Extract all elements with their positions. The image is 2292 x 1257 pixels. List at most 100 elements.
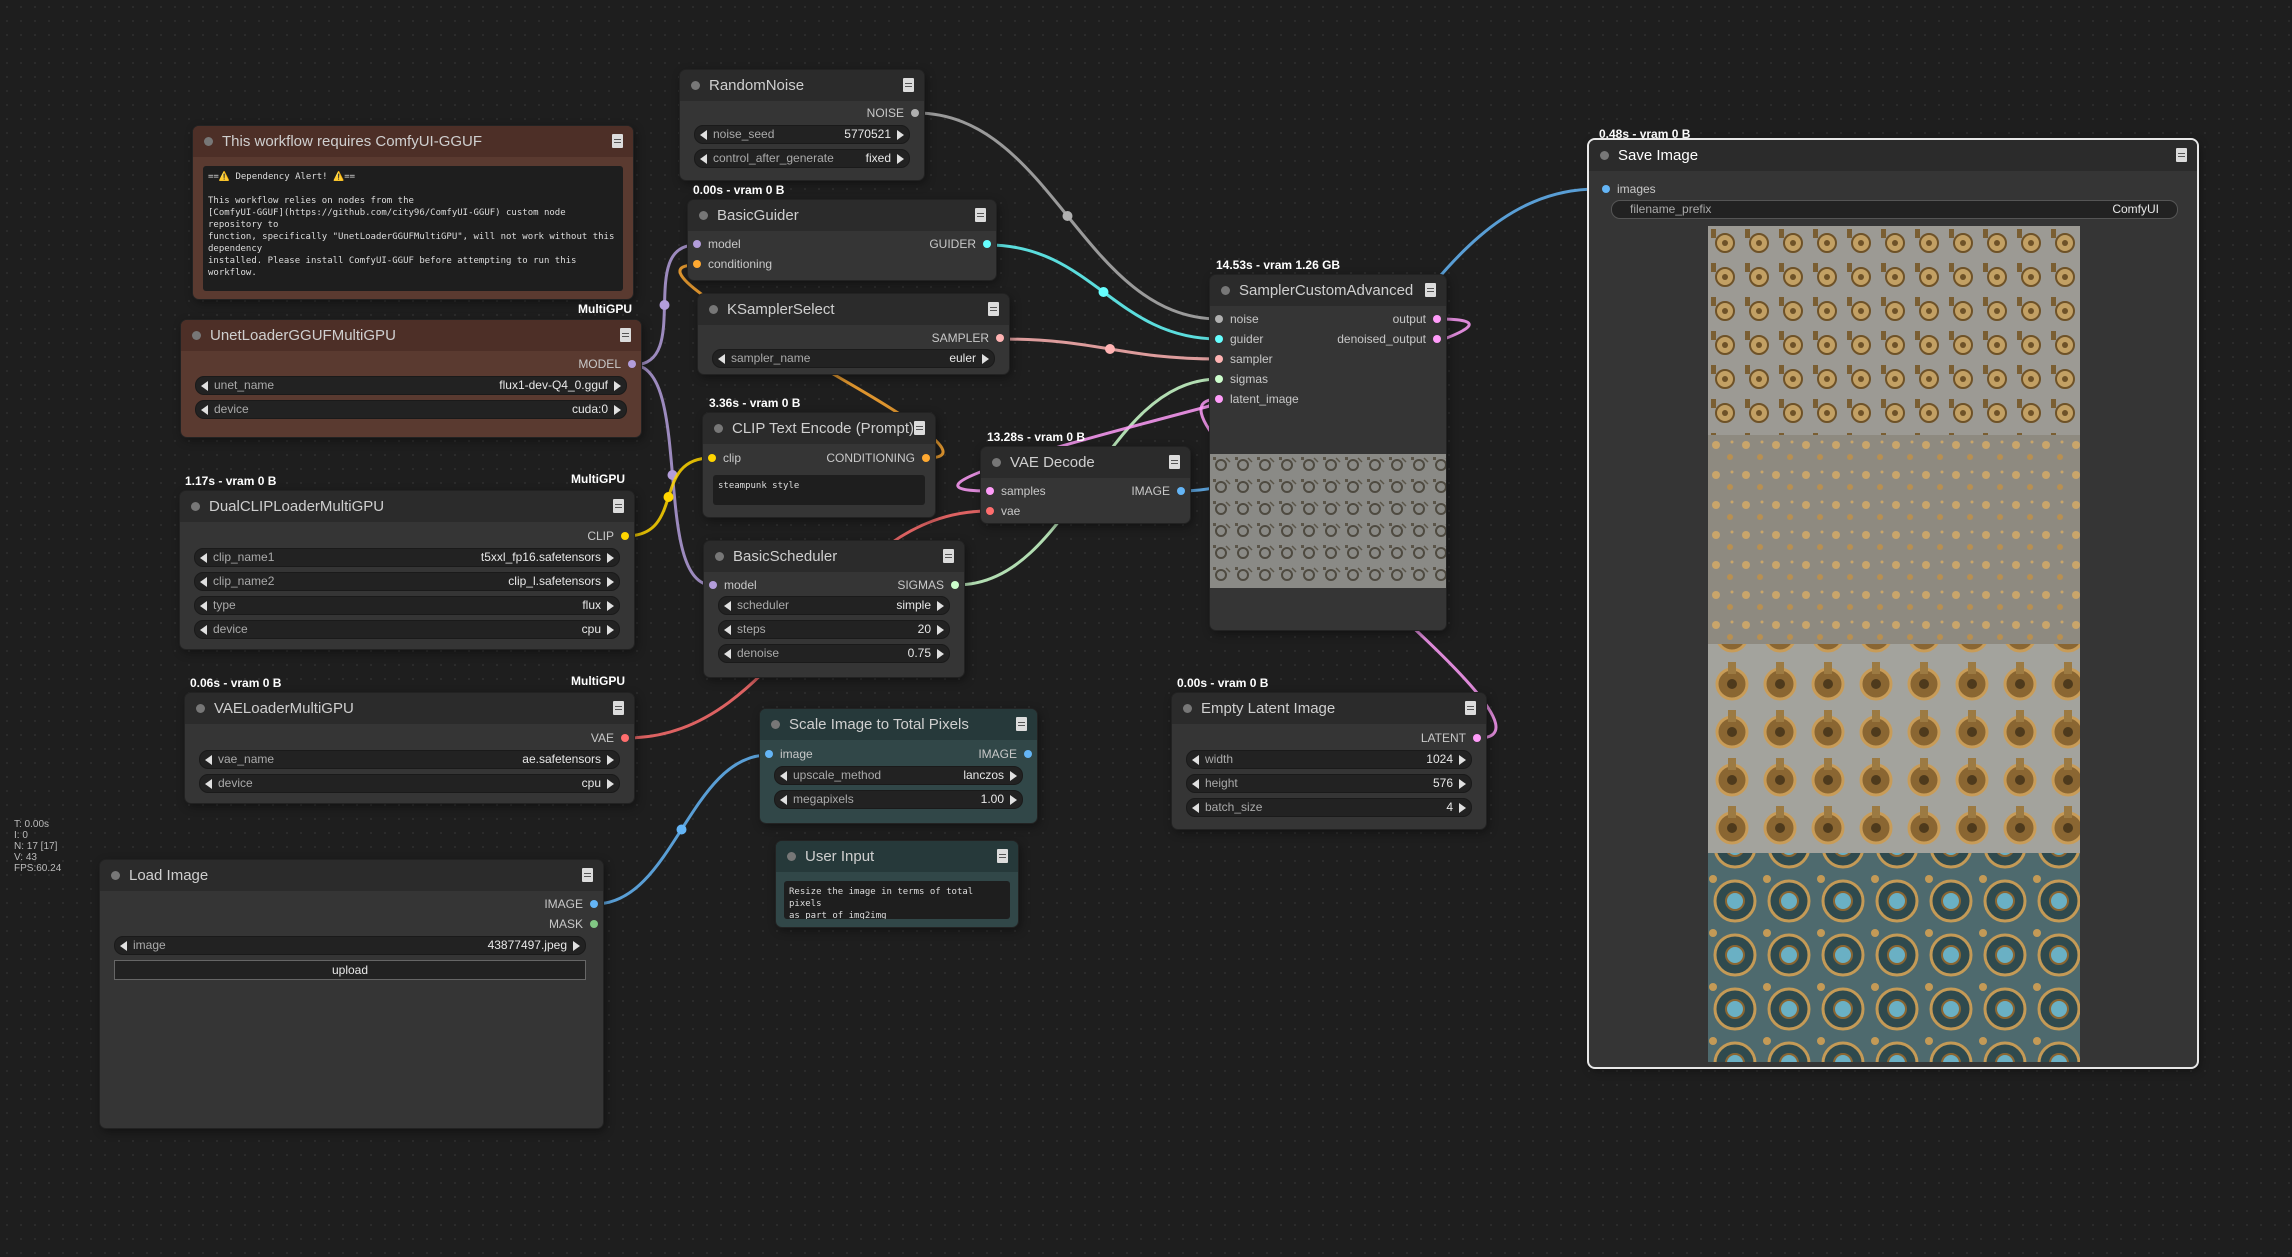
link-wire-clip[interactable]: [625, 456, 712, 538]
node-header[interactable]: BasicScheduler: [704, 541, 964, 572]
arrow-right-icon[interactable]: [937, 649, 944, 659]
arrow-left-icon[interactable]: [1192, 779, 1199, 789]
arrow-right-icon[interactable]: [607, 601, 614, 611]
input-vae[interactable]: vae: [986, 503, 1020, 519]
input-images[interactable]: images: [1602, 181, 1656, 197]
slot-dot[interactable]: [1433, 335, 1441, 343]
widget-clip-name2[interactable]: clip_name2 clip_l.safetensors: [194, 572, 620, 591]
output-conditioning[interactable]: CONDITIONING: [826, 450, 930, 466]
slot-dot[interactable]: [911, 109, 919, 117]
node-save-image[interactable]: Save Image images filename_prefix ComfyUI: [1587, 138, 2199, 1069]
upload-button[interactable]: upload: [114, 960, 586, 980]
slot-dot[interactable]: [1473, 734, 1481, 742]
arrow-left-icon[interactable]: [1192, 755, 1199, 765]
note-textarea[interactable]: Resize the image in terms of total pixel…: [784, 881, 1010, 919]
input-noise[interactable]: noise: [1215, 311, 1259, 327]
slot-dot[interactable]: [709, 581, 717, 589]
document-icon[interactable]: [582, 868, 593, 882]
node-header[interactable]: UnetLoaderGGUFMultiGPU: [181, 320, 641, 351]
output-mask[interactable]: MASK: [549, 916, 598, 932]
link-midpoint-guider[interactable]: [1098, 287, 1109, 297]
slot-dot[interactable]: [951, 581, 959, 589]
node-user-input[interactable]: User Input Resize the image in terms of …: [776, 841, 1018, 927]
arrow-right-icon[interactable]: [573, 941, 580, 951]
arrow-left-icon[interactable]: [200, 553, 207, 563]
input-samples[interactable]: samples: [986, 483, 1046, 499]
slot-dot[interactable]: [983, 240, 991, 248]
document-icon[interactable]: [997, 849, 1008, 863]
input-image[interactable]: image: [765, 746, 813, 762]
widget-type[interactable]: type flux: [194, 596, 620, 615]
document-icon[interactable]: [1016, 717, 1027, 731]
link-midpoint-image[interactable]: [676, 824, 687, 835]
node-header[interactable]: Save Image: [1589, 140, 2197, 171]
node-header[interactable]: This workflow requires ComfyUI-GGUF: [193, 126, 633, 157]
node-unet-loader[interactable]: UnetLoaderGGUFMultiGPU MODEL unet_name fl…: [181, 320, 641, 437]
collapse-dot[interactable]: [992, 458, 1001, 467]
slot-dot[interactable]: [1433, 315, 1441, 323]
node-basic-scheduler[interactable]: BasicScheduler model SIGMAS scheduler sim…: [704, 541, 964, 677]
output-model[interactable]: MODEL: [578, 356, 636, 372]
link-midpoint-model[interactable]: [667, 470, 678, 480]
input-sampler[interactable]: sampler: [1215, 351, 1273, 367]
output-image[interactable]: IMAGE: [1131, 483, 1185, 499]
arrow-right-icon[interactable]: [607, 779, 614, 789]
output-noise[interactable]: NOISE: [867, 105, 919, 121]
node-header[interactable]: SamplerCustomAdvanced: [1210, 275, 1446, 306]
node-header[interactable]: RandomNoise: [680, 70, 924, 101]
widget-megapixels[interactable]: megapixels 1.00: [774, 790, 1023, 809]
arrow-left-icon[interactable]: [700, 154, 707, 164]
link-wire-model[interactable]: [632, 243, 697, 367]
widget-device[interactable]: device cpu: [199, 774, 620, 793]
arrow-right-icon[interactable]: [897, 130, 904, 140]
slot-dot[interactable]: [1177, 487, 1185, 495]
input-sigmas[interactable]: sigmas: [1215, 371, 1268, 387]
arrow-left-icon[interactable]: [1192, 803, 1199, 813]
widget-clip-name1[interactable]: clip_name1 t5xxl_fp16.safetensors: [194, 548, 620, 567]
output-image[interactable]: IMAGE: [544, 896, 598, 912]
arrow-left-icon[interactable]: [120, 941, 127, 951]
collapse-dot[interactable]: [714, 424, 723, 433]
slot-dot[interactable]: [1215, 395, 1223, 403]
input-model[interactable]: model: [709, 577, 757, 593]
output-image[interactable]: IMAGE: [978, 746, 1032, 762]
arrow-left-icon[interactable]: [724, 601, 731, 611]
widget-denoise[interactable]: denoise 0.75: [718, 644, 950, 663]
output-clip[interactable]: CLIP: [587, 528, 629, 544]
node-header[interactable]: User Input: [776, 841, 1018, 872]
widget-noise-seed[interactable]: noise_seed 5770521: [694, 125, 910, 144]
collapse-dot[interactable]: [709, 305, 718, 314]
slot-dot[interactable]: [628, 360, 636, 368]
input-clip[interactable]: clip: [708, 450, 741, 466]
arrow-left-icon[interactable]: [780, 795, 787, 805]
node-header[interactable]: VAE Decode: [981, 447, 1190, 478]
slot-dot[interactable]: [621, 734, 629, 742]
output-sampler[interactable]: SAMPLER: [932, 330, 1004, 346]
slot-dot[interactable]: [590, 920, 598, 928]
arrow-left-icon[interactable]: [200, 625, 207, 635]
link-midpoint-model[interactable]: [659, 300, 670, 310]
arrow-right-icon[interactable]: [897, 154, 904, 164]
slot-dot[interactable]: [1024, 750, 1032, 758]
document-icon[interactable]: [612, 134, 623, 148]
arrow-left-icon[interactable]: [700, 130, 707, 140]
widget-image[interactable]: image 43877497.jpeg: [114, 936, 586, 955]
node-empty-latent-image[interactable]: Empty Latent Image LATENT width 1024 heig…: [1172, 693, 1486, 829]
node-vae-decode[interactable]: VAE Decode samples vae IMAGE: [981, 447, 1190, 523]
node-dependency-notice[interactable]: This workflow requires ComfyUI-GGUF ==⚠️…: [193, 126, 633, 299]
slot-dot[interactable]: [708, 454, 716, 462]
widget-vae-name[interactable]: vae_name ae.safetensors: [199, 750, 620, 769]
widget-sampler-name[interactable]: sampler_name euler: [712, 349, 995, 368]
arrow-right-icon[interactable]: [1010, 795, 1017, 805]
link-wire-sampler[interactable]: [1000, 337, 1220, 361]
widget-batch-size[interactable]: batch_size 4: [1186, 798, 1472, 817]
node-header[interactable]: BasicGuider: [688, 200, 996, 231]
widget-unet-name[interactable]: unet_name flux1-dev-Q4_0.gguf: [195, 376, 627, 395]
arrow-right-icon[interactable]: [1459, 779, 1466, 789]
node-header[interactable]: VAELoaderMultiGPU: [185, 693, 634, 724]
collapse-dot[interactable]: [111, 871, 120, 880]
arrow-right-icon[interactable]: [614, 381, 621, 391]
widget-steps[interactable]: steps 20: [718, 620, 950, 639]
widget-height[interactable]: height 576: [1186, 774, 1472, 793]
arrow-left-icon[interactable]: [200, 577, 207, 587]
